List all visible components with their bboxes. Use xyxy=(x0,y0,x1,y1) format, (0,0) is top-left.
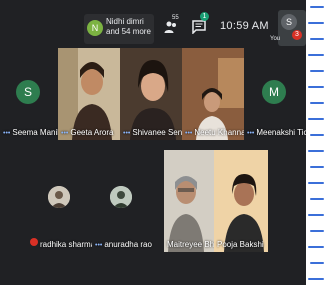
participant-tile[interactable]: ••• Shivanee Sen xyxy=(120,48,182,140)
participant-avatar: M xyxy=(262,80,286,104)
participant-tile[interactable]: ••• Neetu Khanna xyxy=(182,48,244,140)
participant-tile[interactable]: Pooja Bakshi xyxy=(214,150,268,252)
participant-video xyxy=(182,48,244,140)
participant-name: Geeta Arora xyxy=(70,128,114,137)
participant-avatar xyxy=(48,186,70,208)
participant-tile[interactable]: M •••Meenakshi Tic... xyxy=(244,48,306,140)
participant-avatar: S xyxy=(16,80,40,104)
notification-avatar: N xyxy=(87,20,103,36)
participant-video xyxy=(120,48,182,140)
people-icon[interactable] xyxy=(164,20,178,34)
participant-avatar xyxy=(110,186,132,208)
self-avatar: S xyxy=(281,14,297,30)
participant-name: Shivanee Sen xyxy=(132,128,182,137)
audio-dots-icon: ••• xyxy=(247,130,255,137)
participant-name: Pooja Bakshi xyxy=(217,240,264,249)
participant-tile[interactable]: ••• anuradha rao xyxy=(92,150,164,252)
self-view-tile[interactable]: S 3 You xyxy=(270,10,306,46)
self-mic-badge: 3 xyxy=(292,30,302,40)
notification-text: Nidhi dimri and 54 more xyxy=(106,17,151,36)
chat-badge: 1 xyxy=(200,12,209,21)
chat-icon[interactable] xyxy=(192,20,206,34)
people-count: 55 xyxy=(172,15,179,21)
meeting-stage: N Nidhi dimri and 54 more 55 1 10:59 AM … xyxy=(0,0,306,285)
mic-off-icon xyxy=(30,238,38,246)
participant-name: radhika sharma xyxy=(40,240,92,249)
participant-video xyxy=(214,150,268,252)
participant-tile[interactable]: S •••Seema Manikl... xyxy=(0,48,58,140)
participant-name: Neetu Khanna xyxy=(194,128,244,137)
participant-tile[interactable]: ••• Geeta Arora xyxy=(58,48,120,140)
participant-video xyxy=(164,150,214,252)
participant-name: anuradha rao xyxy=(104,240,152,249)
top-bar: N Nidhi dimri and 54 more 55 1 10:59 AM … xyxy=(0,0,306,48)
join-notification[interactable]: N Nidhi dimri and 54 more xyxy=(84,14,154,44)
audio-dots-icon: ••• xyxy=(123,130,131,137)
audio-dots-icon: ••• xyxy=(185,130,193,137)
participant-name: Maitreyee Bhat... xyxy=(167,240,214,249)
participant-name: Meenakshi Tic... xyxy=(256,128,306,137)
audio-dots-icon: ••• xyxy=(95,242,103,249)
participant-name: Seema Manikl... xyxy=(12,128,58,137)
participant-tile[interactable]: radhika sharma xyxy=(28,150,92,252)
participant-tile[interactable]: Maitreyee Bhat... xyxy=(164,150,214,252)
audio-dots-icon: ••• xyxy=(3,130,11,137)
dashed-border-decoration xyxy=(306,0,326,285)
clock-time: 10:59 AM xyxy=(220,20,269,32)
participant-video xyxy=(58,48,120,140)
self-label: You xyxy=(270,36,281,42)
audio-dots-icon: ••• xyxy=(61,130,69,137)
